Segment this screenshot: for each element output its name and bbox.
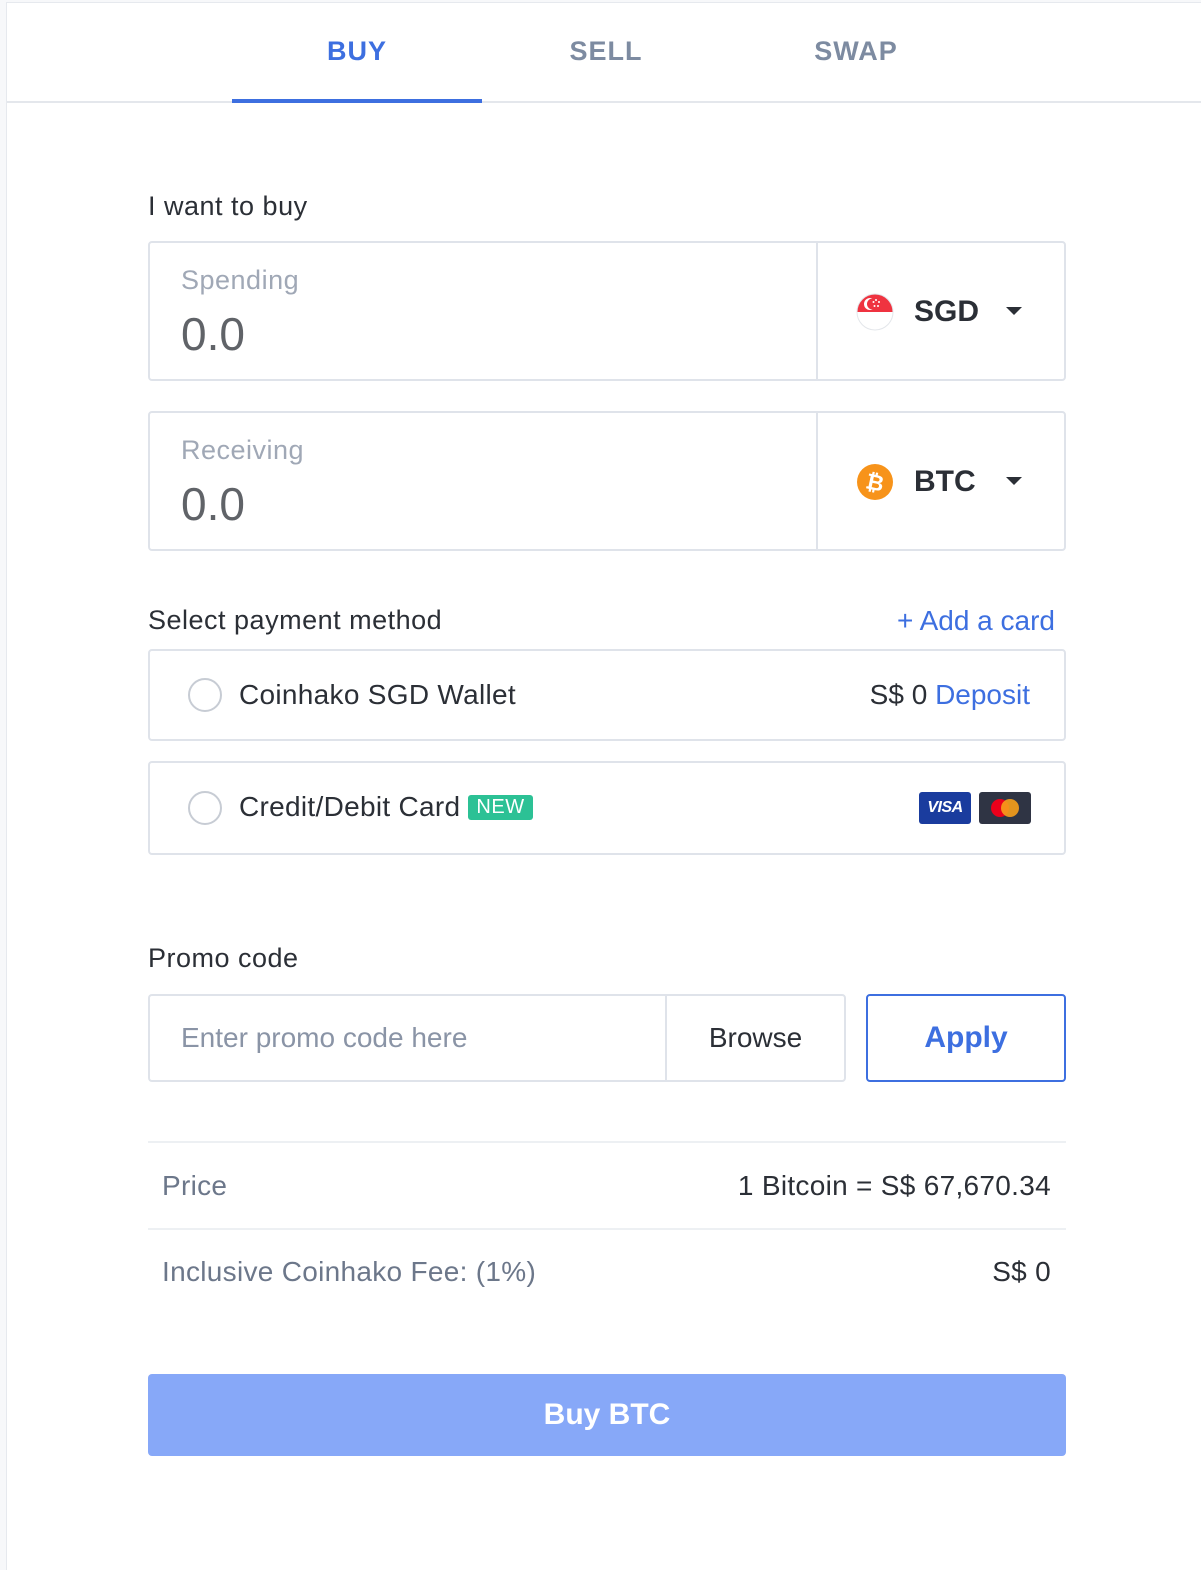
mastercard-logo [979, 792, 1031, 824]
visa-logo: VISA [919, 792, 971, 824]
caret-down-icon [1006, 477, 1022, 485]
fee-value: S$ 0 [992, 1256, 1051, 1287]
divider [148, 1141, 1066, 1143]
new-badge: NEW [468, 795, 533, 820]
receiving-label: Receiving [181, 435, 305, 465]
buy-btc-button[interactable]: Buy BTC [148, 1374, 1066, 1456]
singapore-flag-icon [856, 293, 894, 331]
payment-option-wallet[interactable]: Coinhako SGD Wallet S$ 0 Deposit [148, 649, 1066, 741]
apply-promo-button[interactable]: Apply [866, 994, 1066, 1082]
wallet-name: Coinhako SGD Wallet [239, 679, 516, 710]
tab-buy[interactable]: BUY [232, 3, 482, 103]
divider [148, 1228, 1066, 1230]
fee-label: Inclusive Coinhako Fee: (1%) [162, 1256, 537, 1287]
payment-method-title: Select payment method [148, 605, 443, 635]
buy-section-title: I want to buy [148, 191, 308, 221]
spending-currency-select[interactable]: SGD [818, 243, 1064, 379]
bitcoin-icon: ₿ [857, 464, 893, 500]
active-tab-indicator [232, 99, 482, 103]
browse-promo-button[interactable]: Browse [665, 994, 846, 1082]
receiving-currency-select[interactable]: ₿ BTC [818, 413, 1064, 549]
price-value: 1 Bitcoin = S$ 67,670.34 [737, 1170, 1051, 1201]
card-radio[interactable] [188, 791, 222, 825]
price-label: Price [162, 1170, 228, 1201]
receiving-amount-input[interactable]: 0.0 [181, 477, 245, 531]
add-card-link[interactable]: + Add a card [897, 605, 1055, 637]
promo-code-input[interactable] [148, 994, 667, 1082]
mastercard-orange-circle [1001, 799, 1019, 817]
tab-swap[interactable]: SWAP [731, 3, 981, 103]
spending-label: Spending [181, 265, 300, 295]
caret-down-icon [1006, 307, 1022, 315]
wallet-radio[interactable] [188, 678, 222, 712]
spending-box: Spending 0.0 SGD [148, 241, 1066, 381]
card-name: Credit/Debit Card [239, 791, 461, 822]
promo-title: Promo code [148, 943, 299, 973]
trade-tabs: BUY SELL SWAP [7, 3, 1201, 103]
trade-panel: BUY SELL SWAP I want to buy Spending 0.0 [6, 2, 1201, 1570]
deposit-link[interactable]: Deposit [935, 679, 1030, 710]
tab-sell[interactable]: SELL [481, 3, 731, 103]
receiving-currency-code: BTC [914, 465, 976, 498]
wallet-balance: S$ 0 [869, 679, 928, 710]
payment-option-card[interactable]: Credit/Debit Card NEW VISA [148, 761, 1066, 855]
spending-currency-code: SGD [914, 295, 980, 328]
receiving-box: Receiving 0.0 ₿ BTC [148, 411, 1066, 551]
spending-amount-input[interactable]: 0.0 [181, 307, 245, 361]
wallet-balance-area: S$ 0 Deposit [870, 679, 1030, 711]
card-option-label: Credit/Debit Card NEW [239, 791, 533, 823]
